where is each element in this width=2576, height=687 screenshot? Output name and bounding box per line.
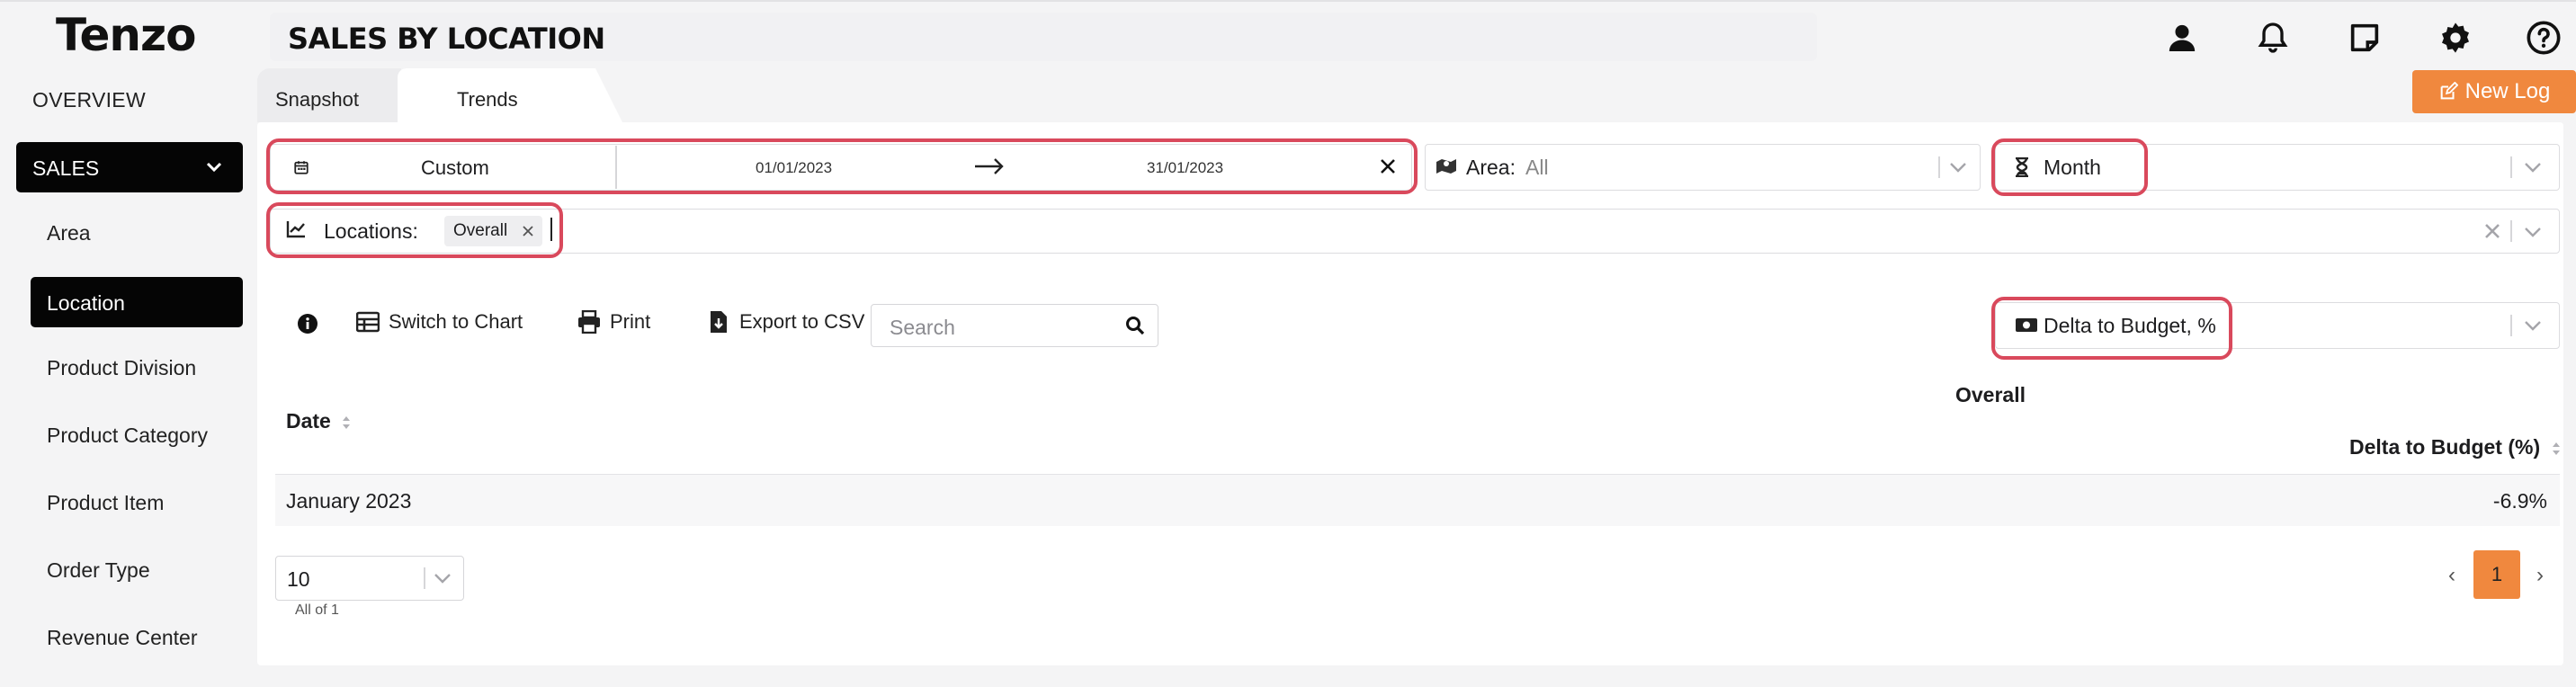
- info-icon[interactable]: [297, 313, 318, 335]
- file-download-icon: [711, 311, 727, 333]
- column-group-header: Overall: [1955, 383, 2026, 406]
- table-cell-delta: -6.9%: [2492, 489, 2547, 513]
- divider: [1938, 156, 1940, 178]
- next-page-button[interactable]: ›: [2536, 563, 2544, 588]
- switch-to-chart-button[interactable]: Switch to Chart: [356, 310, 523, 334]
- divider: [2510, 156, 2512, 178]
- sidebar-item-area[interactable]: Area: [31, 207, 243, 257]
- sidebar-section-sales[interactable]: SALES: [16, 142, 243, 192]
- export-csv-button[interactable]: Export to CSV: [707, 310, 864, 334]
- chevron-down-icon: [2525, 228, 2541, 237]
- area-value: All: [1525, 156, 1549, 179]
- print-label: Print: [610, 310, 651, 333]
- chevron-down-icon: [2525, 163, 2541, 173]
- sidebar-item-order-type[interactable]: Order Type: [31, 544, 243, 594]
- notes-icon[interactable]: [2345, 18, 2384, 58]
- main-panel: [257, 122, 2563, 665]
- sidebar: OVERVIEW SALES Area Location Product Div…: [0, 72, 254, 687]
- sidebar-item-overview[interactable]: OVERVIEW: [32, 88, 146, 112]
- chevron-down-icon: [434, 574, 451, 584]
- tenzo-logo[interactable]: Tenzo: [56, 9, 196, 61]
- top-bar: Tenzo SALES BY LOCATION: [0, 0, 2576, 72]
- sidebar-item-revenue-center[interactable]: Revenue Center: [31, 611, 243, 662]
- current-page-button[interactable]: 1: [2473, 550, 2520, 599]
- chevron-down-icon: [206, 162, 222, 173]
- map-icon: [1436, 159, 1456, 174]
- highlight-outline: [266, 138, 1418, 194]
- previous-page-button[interactable]: ‹: [2448, 563, 2455, 588]
- new-log-label: New Log: [2464, 79, 2551, 103]
- help-icon[interactable]: [2524, 18, 2563, 58]
- edit-icon: [2440, 82, 2458, 100]
- notifications-bell-icon[interactable]: [2253, 18, 2293, 58]
- sidebar-item-product-item[interactable]: Product Item: [31, 477, 243, 527]
- page-size-value: 10: [287, 567, 310, 591]
- clear-locations-icon[interactable]: [2484, 223, 2500, 239]
- tab-snapshot[interactable]: Snapshot: [257, 68, 401, 122]
- page-size-select[interactable]: 10: [275, 556, 464, 601]
- delta-column-header[interactable]: Delta to Budget (%): [2349, 435, 2561, 459]
- table-row: January 2023 -6.9%: [275, 474, 2560, 526]
- table-icon: [356, 311, 380, 333]
- switch-to-chart-label: Switch to Chart: [389, 310, 523, 333]
- new-log-button[interactable]: New Log: [2412, 70, 2576, 113]
- table-cell-date: January 2023: [286, 489, 412, 513]
- divider: [2510, 220, 2512, 242]
- divider: [2510, 315, 2512, 336]
- area-label: Area:: [1466, 156, 1516, 179]
- pagination-summary: All of 1: [295, 602, 339, 618]
- date-column-header[interactable]: Date: [286, 409, 351, 433]
- settings-gear-icon[interactable]: [2436, 18, 2475, 58]
- tab-trends[interactable]: Trends: [398, 68, 622, 122]
- user-icon[interactable]: [2162, 18, 2202, 58]
- search-input[interactable]: Search: [871, 304, 1158, 347]
- sort-icon[interactable]: [2552, 442, 2561, 456]
- highlight-outline: [266, 202, 563, 258]
- delta-column-label: Delta to Budget (%): [2349, 435, 2541, 459]
- print-button[interactable]: Print: [577, 310, 650, 334]
- export-csv-label: Export to CSV: [739, 310, 865, 333]
- search-icon[interactable]: [1125, 316, 1145, 335]
- highlight-outline: [1991, 297, 2232, 360]
- sidebar-item-product-division[interactable]: Product Division: [31, 342, 243, 392]
- divider: [424, 567, 425, 589]
- chevron-down-icon: [1950, 163, 1966, 173]
- sidebar-item-product-category[interactable]: Product Category: [31, 409, 243, 459]
- search-placeholder: Search: [890, 316, 955, 339]
- sort-icon[interactable]: [342, 415, 351, 430]
- chevron-down-icon: [2525, 321, 2541, 331]
- sidebar-section-label: SALES: [32, 156, 100, 180]
- page-title: SALES BY LOCATION: [288, 22, 605, 56]
- locations-select[interactable]: [270, 209, 2560, 254]
- highlight-outline: [1991, 138, 2148, 196]
- date-column-label: Date: [286, 409, 331, 433]
- sidebar-item-location[interactable]: Location: [31, 277, 243, 327]
- printer-icon: [578, 310, 600, 334]
